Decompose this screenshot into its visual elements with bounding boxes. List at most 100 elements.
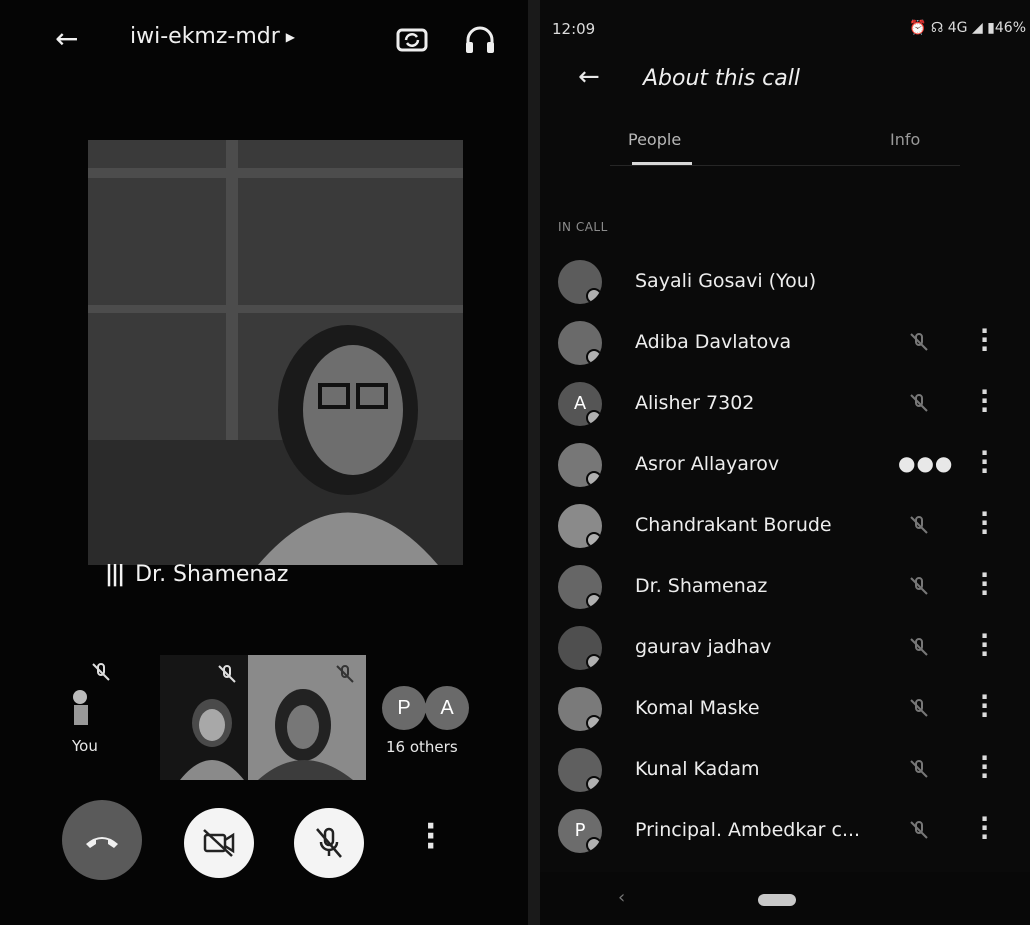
avatar xyxy=(558,504,602,548)
hang-up-icon xyxy=(86,837,118,848)
self-avatar xyxy=(73,690,88,725)
mic-off-icon xyxy=(316,827,342,858)
meeting-code: iwi-ekmz-mdr xyxy=(130,24,280,49)
about-call-panel: 12:09 ⏰ ☊ 4G ◢ ▮46% ← About this call Pe… xyxy=(540,0,1030,925)
status-icons: ⏰ ☊ 4G ◢ ▮46% xyxy=(908,20,1026,36)
avatar xyxy=(558,626,602,670)
nav-back-icon[interactable]: ‹ xyxy=(618,887,625,908)
camera-toggle-button[interactable] xyxy=(184,808,254,878)
headphones-icon[interactable] xyxy=(460,20,500,60)
participant-row[interactable]: gaurav jadhav · · · xyxy=(540,618,1030,678)
participant-name: Kunal Kadam xyxy=(635,758,760,780)
participant-menu-icon[interactable]: · · · xyxy=(980,319,989,361)
meeting-code-title[interactable]: iwi-ekmz-mdr ▶ xyxy=(130,24,295,49)
presence-dot xyxy=(586,715,602,731)
participant-name: Chandrakant Borude xyxy=(635,514,832,536)
avatar: A xyxy=(558,382,602,426)
participant-menu-icon[interactable]: · · · xyxy=(980,624,989,666)
mic-off-icon xyxy=(910,516,928,534)
mic-off-icon xyxy=(910,333,928,351)
avatar xyxy=(558,260,602,304)
participant-menu-icon[interactable]: · · · xyxy=(980,502,989,544)
presence-dot xyxy=(586,349,602,365)
participant-menu-icon[interactable]: · · · xyxy=(980,563,989,605)
others-avatar: P xyxy=(382,686,426,730)
avatar xyxy=(558,565,602,609)
active-speaker-label: ||| Dr. Shamenaz xyxy=(105,562,288,587)
others-avatar: A xyxy=(425,686,469,730)
audio-level-icon: ||| xyxy=(105,562,125,587)
presence-dot xyxy=(586,837,602,853)
participant-row[interactable]: Chandrakant Borude · · · xyxy=(540,496,1030,556)
participant-menu-icon[interactable]: · · · xyxy=(980,441,989,483)
participant-row[interactable]: Asror Allayarov ●●● · · · xyxy=(540,435,1030,495)
end-call-button[interactable] xyxy=(62,800,142,880)
presence-dot xyxy=(586,532,602,548)
mic-off-icon xyxy=(910,760,928,778)
avatar xyxy=(558,321,602,365)
participant-menu-icon[interactable]: · · · xyxy=(980,746,989,788)
back-arrow-icon[interactable]: ← xyxy=(55,22,78,55)
presence-dot xyxy=(586,776,602,792)
mic-off-icon xyxy=(218,665,236,683)
tab-divider xyxy=(610,165,960,166)
presence-dot xyxy=(586,410,602,426)
participant-row[interactable]: P Principal. Ambedkar c... · · · xyxy=(540,801,1030,861)
participant-thumbnail[interactable] xyxy=(248,655,366,780)
avatar: P xyxy=(558,809,602,853)
tab-info[interactable]: Info xyxy=(890,130,920,149)
system-nav-bar: ‹ xyxy=(540,872,1030,925)
participant-thumbnail[interactable] xyxy=(160,655,250,780)
chevron-right-icon: ▶ xyxy=(285,30,296,44)
participant-row[interactable]: Dr. Shamenaz · · · xyxy=(540,557,1030,617)
more-options-icon[interactable]: · · · xyxy=(425,812,436,862)
participant-menu-icon[interactable]: · · · xyxy=(980,685,989,727)
speaker-name: Dr. Shamenaz xyxy=(135,562,289,587)
camera-off-icon xyxy=(203,829,235,857)
mic-off-icon xyxy=(910,821,928,839)
others-count-label: 16 others xyxy=(386,738,458,756)
participant-row[interactable]: A Alisher 7302 · · · xyxy=(540,374,1030,434)
battery-level: 46% xyxy=(994,20,1026,36)
tab-people[interactable]: People xyxy=(628,130,681,149)
presence-dot xyxy=(586,593,602,609)
participant-row[interactable]: Adiba Davlatova · · · xyxy=(540,313,1030,373)
network-label: 4G xyxy=(947,20,968,36)
presence-dot xyxy=(586,471,602,487)
mic-off-icon xyxy=(336,665,354,683)
active-tab-indicator xyxy=(632,162,692,165)
participant-name: Sayali Gosavi (You) xyxy=(635,270,817,292)
back-arrow-icon[interactable]: ← xyxy=(578,62,600,92)
participant-row[interactable]: Komal Maske · · · xyxy=(540,679,1030,739)
call-view: ← iwi-ekmz-mdr ▶ ||| Dr. Shamenaz You P … xyxy=(0,0,528,925)
participant-name: Komal Maske xyxy=(635,697,760,719)
participant-row[interactable]: Sayali Gosavi (You) xyxy=(540,252,1030,312)
speaker-figure xyxy=(258,325,438,565)
nav-home-pill[interactable] xyxy=(758,894,796,906)
participant-name: Adiba Davlatova xyxy=(635,331,792,353)
participant-name: Asror Allayarov xyxy=(635,453,780,475)
participant-menu-icon[interactable]: · · · xyxy=(980,807,989,849)
you-label: You xyxy=(72,737,98,755)
mic-off-icon xyxy=(910,699,928,717)
main-video-feed[interactable] xyxy=(88,140,463,565)
mic-off-icon xyxy=(910,394,928,412)
switch-camera-icon[interactable] xyxy=(392,20,432,60)
participant-figure xyxy=(258,689,353,780)
participant-name: Dr. Shamenaz xyxy=(635,575,768,597)
speaking-indicator-icon: ●●● xyxy=(898,451,954,475)
mic-off-icon xyxy=(910,638,928,656)
participant-menu-icon[interactable]: · · · xyxy=(980,380,989,422)
avatar xyxy=(558,748,602,792)
presence-dot xyxy=(586,288,602,304)
page-title: About this call xyxy=(643,66,800,91)
status-time: 12:09 xyxy=(552,20,596,38)
presence-dot xyxy=(586,654,602,670)
participant-row[interactable]: Kunal Kadam · · · xyxy=(540,740,1030,800)
avatar xyxy=(558,687,602,731)
participant-name: Alisher 7302 xyxy=(635,392,755,414)
participant-name: Principal. Ambedkar c... xyxy=(635,819,861,841)
microphone-toggle-button[interactable] xyxy=(294,808,364,878)
divider xyxy=(528,0,540,925)
participant-name: gaurav jadhav xyxy=(635,636,772,658)
